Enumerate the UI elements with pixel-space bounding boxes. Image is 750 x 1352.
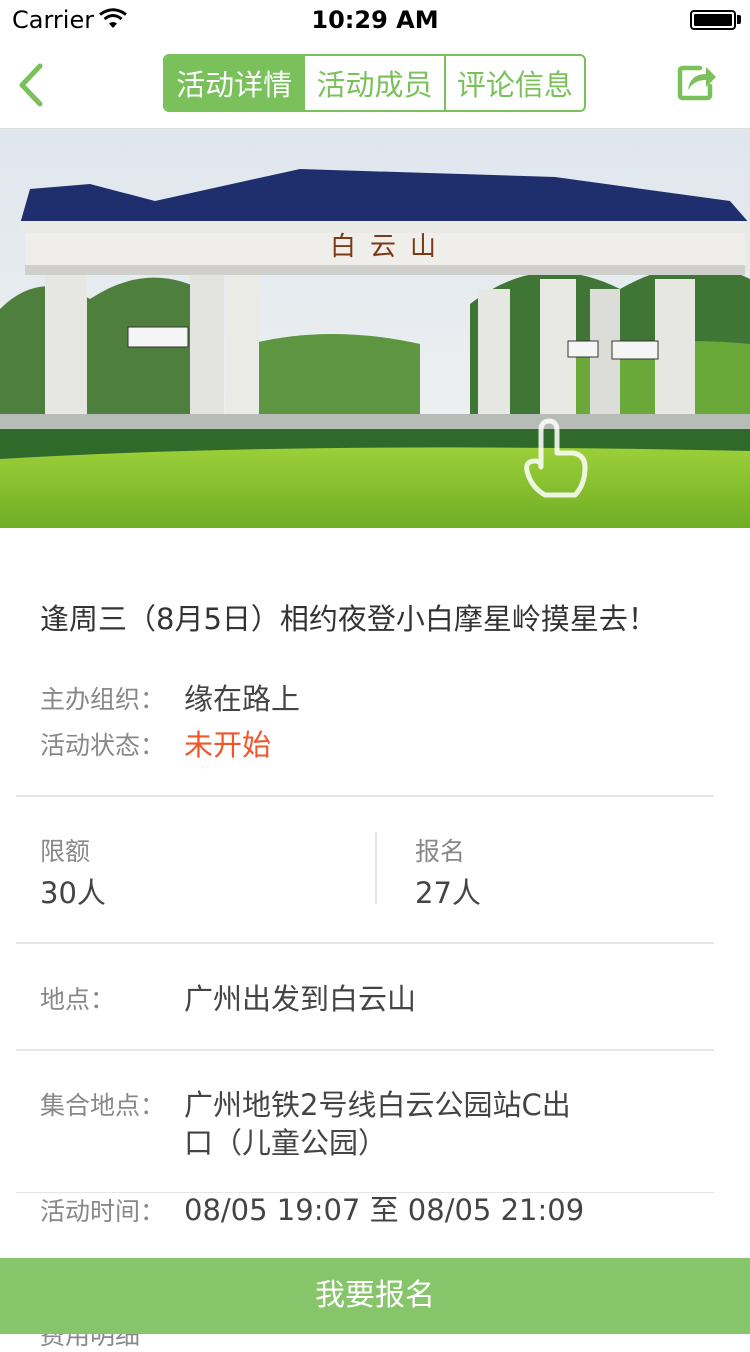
svg-text:白云山: 白云山 [330, 232, 450, 262]
quota-value: 30人 [40, 876, 106, 910]
tab-activity-details[interactable]: 活动详情 [165, 56, 304, 110]
tab-segment-control: 活动详情 活动成员 评论信息 [163, 54, 586, 112]
battery-tip [737, 15, 741, 24]
meeting-point-label: 集合地点： [40, 1091, 166, 1120]
organizer-label: 主办组织： [40, 685, 166, 714]
activity-time-label: 活动时间： [40, 1197, 166, 1226]
activity-time-value: 08/05 19:07 至 08/05 21:09 [184, 1193, 585, 1227]
location-value: 广州出发到白云山 [184, 982, 417, 1016]
tab-comments[interactable]: 评论信息 [443, 56, 584, 110]
organizer-name: 缘在路上 [184, 682, 301, 716]
quota-label: 限额 [40, 837, 91, 866]
activity-cover-image[interactable]: 白云山 [0, 129, 750, 528]
status-value: 未开始 [184, 728, 272, 762]
activity-title: 逢周三（8月5日）相约夜登小白摩星岭摸星去！ [40, 602, 657, 636]
signup-button[interactable]: 我要报名 [0, 1258, 750, 1334]
divider [16, 1049, 714, 1051]
share-icon[interactable] [676, 60, 718, 102]
meeting-point-line1: 广州地铁2号线白云公园站C出 [184, 1088, 571, 1122]
tab-activity-members[interactable]: 活动成员 [303, 56, 443, 110]
location-label: 地点： [40, 985, 116, 1014]
registered-label: 报名 [415, 837, 466, 866]
divider [16, 942, 714, 944]
meeting-point-line2: 口（儿童公园） [184, 1126, 388, 1160]
registered-value: 27人 [415, 876, 481, 910]
status-time: 10:29 AM [311, 6, 439, 34]
status-label: 活动状态： [40, 731, 166, 760]
battery-icon [690, 10, 736, 30]
vertical-divider [375, 832, 377, 904]
divider [16, 795, 714, 797]
chevron-left-icon[interactable] [14, 62, 54, 108]
